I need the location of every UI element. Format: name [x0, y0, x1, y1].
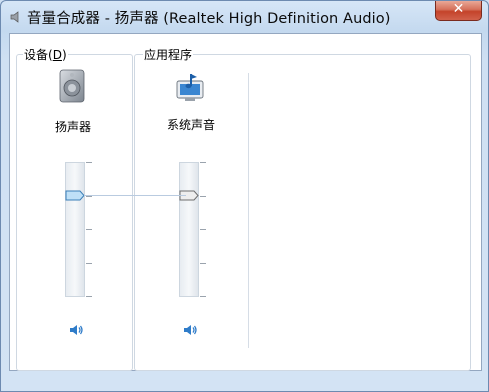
device-volume-thumb[interactable] — [65, 190, 85, 201]
volume-mixer-window: 音量合成器 - 扬声器 (Realtek High Definition Aud… — [0, 0, 489, 392]
device-name-label: 扬声器 — [55, 120, 92, 134]
system-sounds-icon[interactable] — [173, 73, 207, 103]
device-volume-ticks — [86, 162, 92, 297]
mixer-client-area: 设备(D) 扬声器 应用程序 系统声音 — [9, 33, 482, 371]
volume-link-line — [84, 195, 186, 196]
device-mute-speaker-icon[interactable] — [68, 322, 84, 338]
window-title: 音量合成器 - 扬声器 (Realtek High Definition Aud… — [27, 11, 391, 27]
app-column-separator — [248, 73, 249, 348]
title-bar[interactable]: 音量合成器 - 扬声器 (Realtek High Definition Aud… — [1, 1, 489, 33]
speaker-device-icon[interactable] — [57, 69, 87, 103]
applications-group-label: 应用程序 — [143, 46, 194, 63]
app-name-label: 系统声音 — [167, 118, 216, 132]
device-volume-track[interactable] — [65, 162, 85, 297]
devices-group-label: 设备(D) — [23, 46, 68, 63]
close-button[interactable]: ✕ — [435, 1, 482, 21]
app-volume-track[interactable] — [179, 162, 199, 297]
close-icon: ✕ — [452, 1, 465, 17]
app-volume-ticks — [200, 162, 206, 297]
devices-group: 设备(D) 扬声器 — [16, 46, 133, 371]
app-mute-speaker-icon[interactable] — [182, 322, 198, 338]
speaker-title-icon — [10, 11, 19, 23]
applications-group: 应用程序 系统声音 — [134, 46, 471, 371]
